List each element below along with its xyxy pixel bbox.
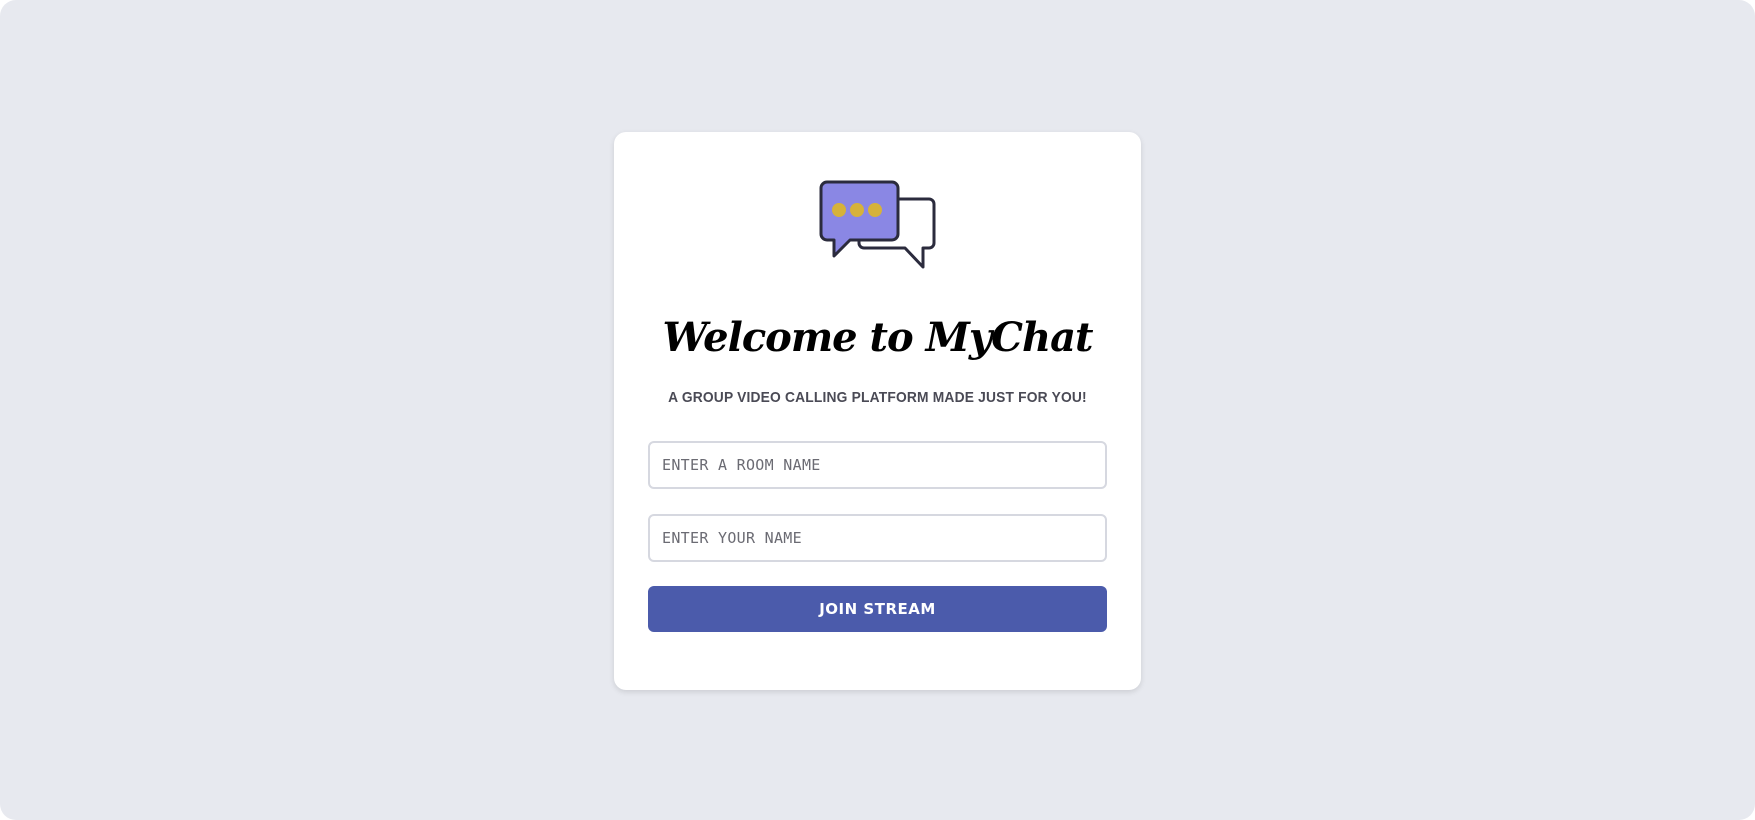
welcome-subtitle: A GROUP VIDEO CALLING PLATFORM MADE JUST… xyxy=(668,389,1087,406)
lobby-card: Welcome to MyChat A GROUP VIDEO CALLING … xyxy=(614,132,1141,690)
page-background: Welcome to MyChat A GROUP VIDEO CALLING … xyxy=(0,0,1755,820)
welcome-title: Welcome to MyChat xyxy=(662,314,1094,361)
room-name-input[interactable] xyxy=(648,441,1107,489)
join-stream-button[interactable]: JOIN STREAM xyxy=(648,586,1107,632)
user-name-input[interactable] xyxy=(648,514,1107,562)
chat-bubbles-icon xyxy=(819,180,936,269)
